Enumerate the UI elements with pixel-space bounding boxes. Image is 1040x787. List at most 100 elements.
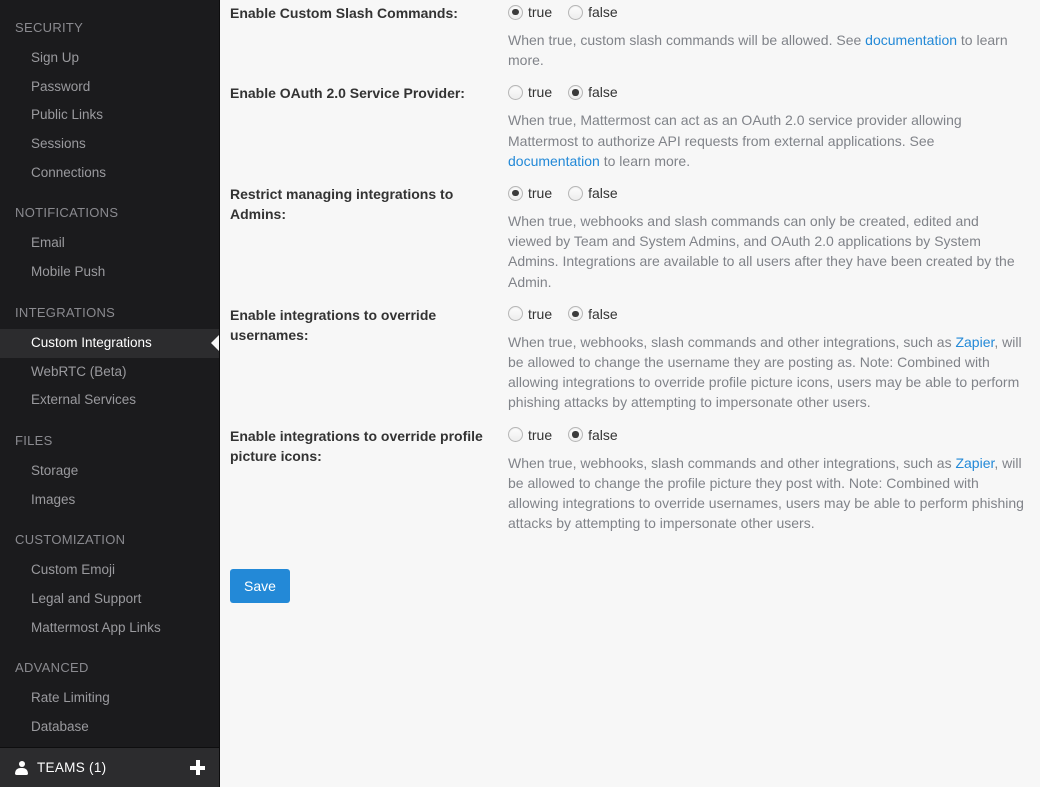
sidebar-section: INTEGRATIONS Custom Integrations WebRTC (B…: [0, 303, 219, 415]
help-text-segment: When true, webhooks, slash commands and …: [508, 334, 955, 350]
radio-group-enable-integrations-to-override-profile-picture-icons: true false: [508, 423, 1032, 447]
radio-restrict-managing-integrations-to-admins-false[interactable]: false: [568, 185, 618, 201]
radio-enable-oauth-2-service-provider-true[interactable]: true: [508, 84, 552, 100]
radio-label: false: [588, 427, 618, 443]
admin-sidebar: SECURITY Sign Up Password Public Links Sessi…: [0, 0, 220, 787]
radio-indicator-icon[interactable]: [508, 306, 523, 321]
radio-group-enable-integrations-to-override-usernames: true false: [508, 302, 1032, 326]
radio-indicator-icon[interactable]: [568, 85, 583, 100]
sidebar-item-email[interactable]: Email: [0, 229, 219, 258]
setting-row: Enable integrations to override username…: [230, 302, 1040, 413]
settings-content-panel: more. Enable Custom Slash Commands:truef…: [220, 0, 1040, 787]
sidebar-section: NOTIFICATIONS Email Mobile Push: [0, 203, 219, 286]
sidebar-section: SECURITY Sign Up Password Public Links Sessi…: [0, 18, 219, 187]
radio-enable-integrations-to-override-usernames-true[interactable]: true: [508, 306, 552, 322]
help-link[interactable]: Zapier: [955, 334, 994, 350]
radio-label: false: [588, 84, 618, 100]
radio-enable-integrations-to-override-profile-picture-icons-true[interactable]: true: [508, 427, 552, 443]
sidebar-item-label: Rate Limiting: [31, 690, 110, 705]
sidebar-item-external-services[interactable]: External Services: [0, 386, 219, 415]
radio-label: true: [528, 4, 552, 20]
sidebar-item-sessions[interactable]: Sessions: [0, 130, 219, 159]
sidebar-item-connections[interactable]: Connections: [0, 159, 219, 188]
help-text-segment: When true, Mattermost can act as an OAut…: [508, 112, 962, 148]
sidebar-section-title: SECURITY: [0, 18, 219, 38]
help-link[interactable]: documentation: [508, 153, 600, 169]
sidebar-item-label: Images: [31, 492, 75, 507]
sidebar-nav-list: SECURITY Sign Up Password Public Links Sessi…: [0, 0, 219, 747]
sidebar-section-title: ADVANCED: [0, 658, 219, 678]
radio-enable-integrations-to-override-usernames-false[interactable]: false: [568, 306, 618, 322]
sidebar-item-label: Database: [31, 719, 89, 734]
setting-help-text-enable-integrations-to-override-profile-picture-icons: When true, webhooks, slash commands and …: [508, 453, 1032, 534]
radio-label: true: [528, 84, 552, 100]
setting-help-text-enable-integrations-to-override-usernames: When true, webhooks, slash commands and …: [508, 332, 1032, 413]
sidebar-section-title: FILES: [0, 431, 219, 451]
sidebar-item-developer[interactable]: Developer: [0, 742, 219, 747]
setting-label-restrict-managing-integrations-to-admins: Restrict managing integrations to Admins…: [230, 181, 508, 224]
radio-enable-custom-slash-commands-true[interactable]: true: [508, 4, 552, 20]
help-text-segment: to learn more.: [600, 153, 690, 169]
radio-label: true: [528, 427, 552, 443]
sidebar-item-password[interactable]: Password: [0, 73, 219, 102]
teams-label: TEAMS (1): [37, 760, 190, 775]
radio-enable-integrations-to-override-profile-picture-icons-false[interactable]: false: [568, 427, 618, 443]
sidebar-item-rate-limiting[interactable]: Rate Limiting: [0, 684, 219, 713]
sidebar-item-webrtc-beta[interactable]: WebRTC (Beta): [0, 358, 219, 387]
sidebar-item-label: Email: [31, 235, 65, 250]
radio-enable-oauth-2-service-provider-false[interactable]: false: [568, 84, 618, 100]
radio-restrict-managing-integrations-to-admins-true[interactable]: true: [508, 185, 552, 201]
sidebar-section: FILES Storage Images: [0, 431, 219, 514]
sidebar-item-custom-integrations[interactable]: Custom Integrations: [0, 329, 219, 358]
save-row: Save: [230, 569, 1040, 603]
sidebar-item-label: Sign Up: [31, 50, 79, 65]
radio-indicator-icon[interactable]: [568, 306, 583, 321]
sidebar-item-legal-and-support[interactable]: Legal and Support: [0, 585, 219, 614]
help-text-segment: When true, webhooks and slash commands c…: [508, 213, 1015, 290]
sidebar-section: CUSTOMIZATIONCustom EmojiLegal and Suppo…: [0, 530, 219, 642]
radio-label: false: [588, 4, 618, 20]
sidebar-item-mobile-push[interactable]: Mobile Push: [0, 258, 219, 287]
radio-group-enable-oauth-2-service-provider: true false: [508, 80, 1032, 104]
sidebar-item-label: Mobile Push: [31, 264, 105, 279]
sidebar-item-sign-up[interactable]: Sign Up: [0, 44, 219, 73]
help-link[interactable]: documentation: [865, 32, 957, 48]
setting-label-enable-custom-slash-commands: Enable Custom Slash Commands:: [230, 0, 508, 23]
sidebar-item-public-links[interactable]: Public Links: [0, 101, 219, 130]
sidebar-item-label: Sessions: [31, 136, 86, 151]
sidebar-item-label: Custom Emoji: [31, 562, 115, 577]
setting-control-enable-integrations-to-override-usernames: true false When true, webhooks, slash comm…: [508, 302, 1032, 413]
radio-indicator-icon[interactable]: [508, 427, 523, 442]
sidebar-item-label: External Services: [31, 392, 136, 407]
setting-label-enable-integrations-to-override-profile-picture-icons: Enable integrations to override profile …: [230, 423, 508, 466]
save-button[interactable]: Save: [230, 569, 290, 603]
radio-indicator-icon[interactable]: [508, 85, 523, 100]
radio-indicator-icon[interactable]: [508, 186, 523, 201]
sidebar-section-title: INTEGRATIONS: [0, 303, 219, 323]
help-link[interactable]: Zapier: [955, 455, 994, 471]
radio-indicator-icon[interactable]: [568, 5, 583, 20]
sidebar-item-label: Public Links: [31, 107, 103, 122]
sidebar-section: ADVANCED Rate Limiting Database Developer: [0, 658, 219, 747]
setting-row: Enable OAuth 2.0 Service Provider:truefa…: [230, 80, 1040, 171]
sidebar-item-database[interactable]: Database: [0, 713, 219, 742]
radio-label: true: [528, 306, 552, 322]
setting-help-text-enable-oauth-2-service-provider: When true, Mattermost can act as an OAut…: [508, 110, 1024, 171]
radio-indicator-icon[interactable]: [508, 5, 523, 20]
person-icon: [15, 761, 28, 775]
sidebar-section-title: NOTIFICATIONS: [0, 203, 219, 223]
radio-enable-custom-slash-commands-false[interactable]: false: [568, 4, 618, 20]
sidebar-item-storage[interactable]: Storage: [0, 457, 219, 486]
sidebar-item-images[interactable]: Images: [0, 486, 219, 515]
setting-control-enable-custom-slash-commands: truefalseWhen true, custom slash command…: [508, 0, 1032, 70]
sidebar-item-label: Custom Integrations: [31, 335, 152, 350]
sidebar-item-label: Mattermost App Links: [31, 620, 161, 635]
radio-indicator-icon[interactable]: [568, 186, 583, 201]
radio-indicator-icon[interactable]: [568, 427, 583, 442]
setting-row: Enable integrations to override profile …: [230, 423, 1040, 534]
sidebar-item-custom-emoji[interactable]: Custom Emoji: [0, 556, 219, 585]
sidebar-item-mattermost-app-links[interactable]: Mattermost App Links: [0, 614, 219, 643]
plus-icon[interactable]: [190, 760, 205, 775]
teams-footer-bar[interactable]: TEAMS (1): [0, 747, 219, 787]
setting-control-restrict-managing-integrations-to-admins: true false When true, webhooks and slash c…: [508, 181, 1032, 292]
